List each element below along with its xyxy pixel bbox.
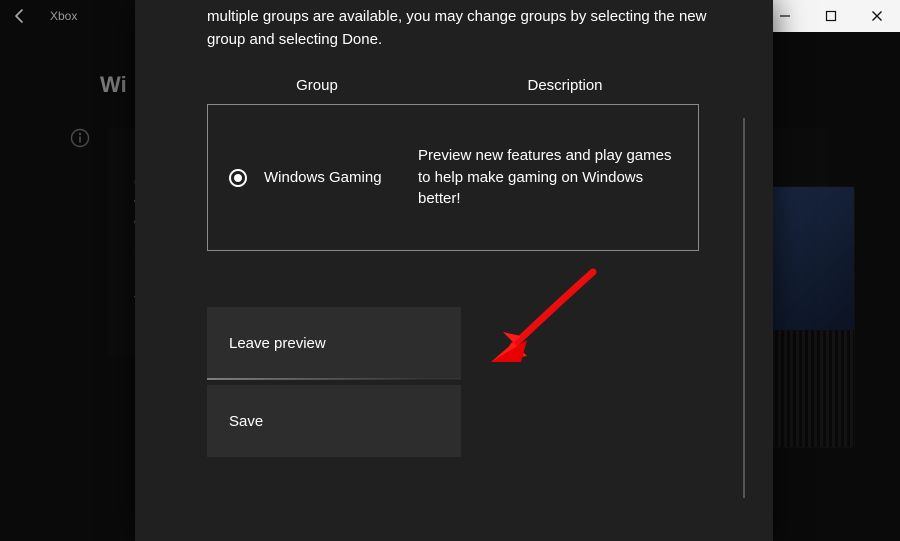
app-title: Xbox	[40, 9, 77, 23]
save-button[interactable]: Save	[207, 385, 461, 457]
table-header: Group Description	[207, 77, 703, 94]
maximize-button[interactable]	[808, 0, 854, 32]
column-header-description: Description	[427, 77, 703, 94]
back-button[interactable]	[0, 0, 40, 32]
radio-selected-icon	[228, 168, 248, 188]
dialog-intro-text: multiple groups are available, you may c…	[207, 0, 707, 51]
column-header-group: Group	[207, 77, 427, 94]
group-option-windows-gaming[interactable]: Windows Gaming Preview new features and …	[207, 104, 699, 251]
close-button[interactable]	[854, 0, 900, 32]
group-description: Preview new features and play games to h…	[418, 145, 678, 210]
window-controls	[762, 0, 900, 32]
maximize-icon	[825, 10, 837, 22]
scrollbar[interactable]	[743, 118, 745, 498]
preview-settings-dialog: multiple groups are available, you may c…	[135, 0, 773, 541]
minimize-icon	[779, 10, 791, 22]
arrow-left-icon	[12, 8, 28, 24]
save-label: Save	[229, 413, 263, 430]
button-highlight	[207, 378, 461, 380]
info-icon	[70, 128, 90, 148]
leave-preview-button[interactable]: Leave preview	[207, 307, 461, 379]
leave-preview-label: Leave preview	[229, 335, 326, 352]
group-name: Windows Gaming	[248, 169, 418, 186]
close-icon	[871, 10, 883, 22]
